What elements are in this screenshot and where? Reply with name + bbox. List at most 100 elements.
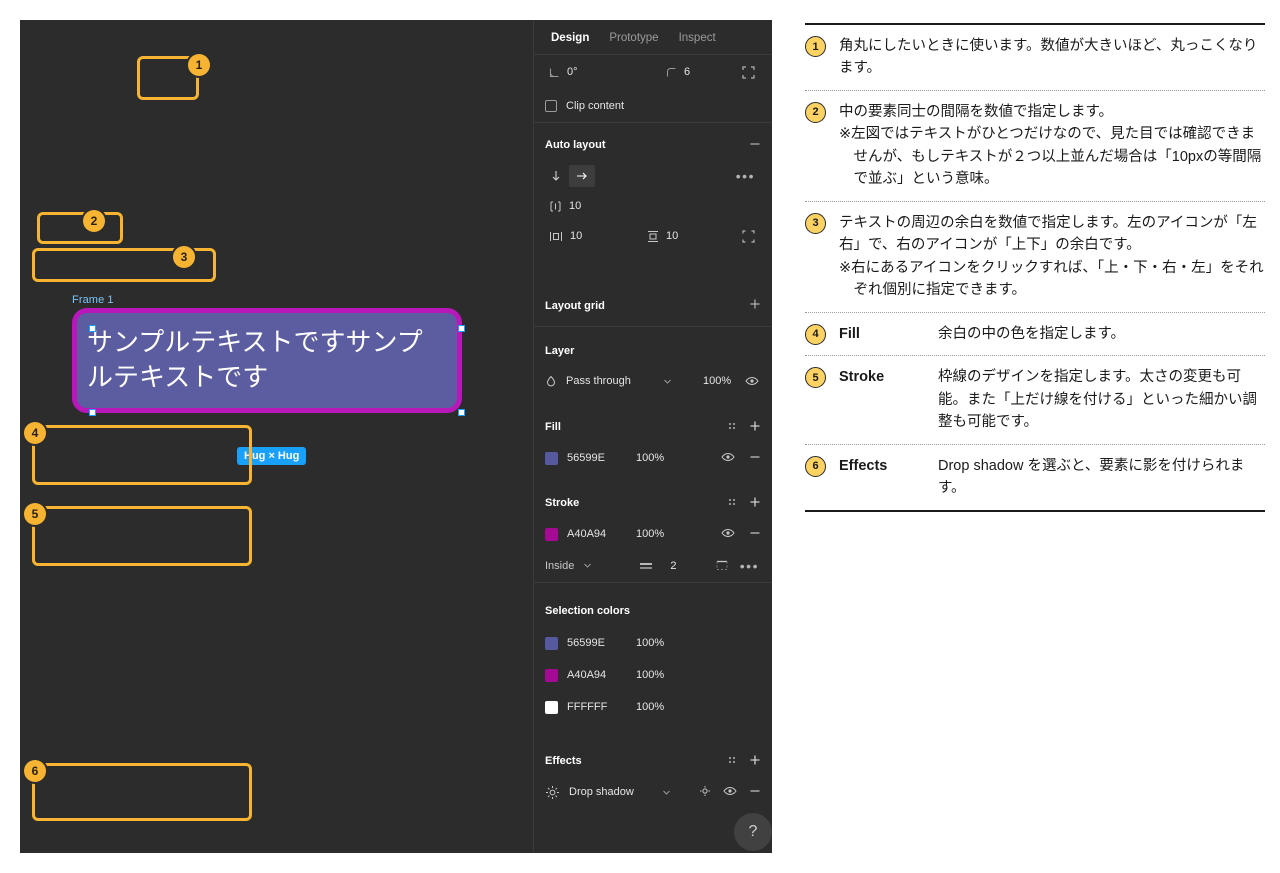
selection-color-hex: A40A94 — [567, 669, 607, 681]
legend-number: 6 — [805, 455, 826, 477]
panel-tabs: Design Prototype Inspect — [534, 20, 772, 55]
independent-corners-icon[interactable] — [742, 65, 755, 79]
plus-icon[interactable] — [749, 754, 761, 769]
effects-header: Effects — [534, 745, 772, 777]
selection-colors-header: Selection colors — [534, 595, 772, 627]
eye-icon[interactable] — [721, 526, 735, 543]
stroke-item-row[interactable]: A40A94 100% — [534, 519, 772, 549]
horizontal-padding-icon — [549, 231, 563, 242]
stroke-title: Stroke — [545, 497, 580, 509]
auto-layout-title: Auto layout — [545, 139, 606, 151]
arrow-down-icon[interactable] — [543, 165, 569, 187]
legend-line: 枠線のデザインを指定します。太さの変更も可能。また「上だけ線を付ける」といった細… — [938, 369, 1257, 431]
layer-opacity-value[interactable]: 100% — [703, 375, 731, 387]
selection-color-swatch[interactable] — [545, 700, 558, 714]
stroke-per-side-icon[interactable] — [715, 559, 729, 572]
minus-icon[interactable] — [749, 138, 761, 153]
gap-field[interactable]: 10 — [543, 194, 621, 218]
selection-color-swatch[interactable] — [545, 636, 558, 650]
legend-description: 中の要素同士の間隔を数値で指定します。 ※左図ではテキストがひとつだけなので、見… — [839, 101, 1265, 191]
eye-icon[interactable] — [721, 450, 735, 467]
rotation-value: 0° — [567, 66, 578, 78]
ellipsis-icon[interactable]: ••• — [736, 168, 755, 184]
minus-icon[interactable] — [749, 785, 761, 800]
effect-icon — [545, 785, 560, 800]
rotation-field[interactable]: 0° — [543, 60, 643, 84]
blend-mode-icon — [545, 375, 557, 387]
fill-opacity-value[interactable]: 100% — [636, 452, 682, 464]
minus-icon[interactable] — [749, 527, 761, 542]
effects-item-row[interactable]: Drop shadow — [534, 777, 772, 807]
legend-line: 中の要素同士の間隔を数値で指定します。 — [839, 103, 1114, 120]
rotation-icon — [549, 67, 560, 78]
selection-color-row[interactable]: 56599E 100% — [534, 627, 772, 659]
styles-icon[interactable] — [726, 496, 738, 511]
tab-prototype[interactable]: Prototype — [609, 32, 658, 44]
auto-layout-padding-row: 10 10 — [534, 221, 772, 251]
legend-line: Drop shadow を選ぶと、要素に影を付けられます。 — [938, 457, 1245, 497]
styles-icon[interactable] — [726, 420, 738, 435]
stroke-align-row: Inside 2 ••• — [534, 549, 772, 583]
selection-handle-bl[interactable] — [89, 409, 96, 416]
plus-icon[interactable] — [749, 496, 761, 511]
clip-content-checkbox[interactable] — [545, 99, 557, 112]
fill-title: Fill — [545, 421, 561, 433]
layout-grid-header: Layout grid — [534, 285, 772, 327]
legend-item-6: 6 Effects Drop shadow を選ぶと、要素に影を付けられます。 — [805, 445, 1265, 510]
stroke-hex-value[interactable]: A40A94 — [567, 528, 627, 540]
callout-badge-4: 4 — [24, 422, 46, 444]
padding-horizontal-field[interactable]: 10 — [543, 224, 621, 248]
corner-radius-field[interactable]: 6 — [660, 60, 722, 84]
vertical-padding-icon — [647, 230, 659, 243]
frame-text-content: サンプルテキストですサンプルテキストです — [87, 328, 423, 393]
stroke-weight-value[interactable]: 2 — [670, 560, 676, 572]
fill-color-swatch[interactable] — [545, 451, 558, 465]
selection-color-row[interactable]: A40A94 100% — [534, 659, 772, 691]
selection-handle-tl[interactable] — [89, 325, 96, 332]
fill-item-row[interactable]: 56599E 100% — [534, 443, 772, 473]
arrow-right-icon[interactable] — [569, 165, 595, 187]
chevron-down-icon[interactable] — [662, 788, 671, 797]
padding-vertical-field[interactable]: 10 — [641, 224, 719, 248]
selection-color-row[interactable]: FFFFFF 100% — [534, 691, 772, 723]
tab-design[interactable]: Design — [551, 32, 589, 44]
legend-line: ※左図ではテキストがひとつだけなので、見た目では確認できませんが、もしテキストが… — [839, 126, 1262, 188]
clip-content-row[interactable]: Clip content — [534, 89, 772, 123]
stroke-color-swatch[interactable] — [545, 527, 558, 541]
stroke-align-value[interactable]: Inside — [545, 560, 574, 572]
plus-icon[interactable] — [749, 298, 761, 313]
minus-icon[interactable] — [749, 451, 761, 466]
legend-number: 3 — [805, 212, 826, 234]
legend-line: 余白の中の色を指定します。 — [938, 325, 1126, 342]
selection-handle-br[interactable] — [458, 409, 465, 416]
layer-title: Layer — [545, 345, 575, 357]
selection-color-swatch[interactable] — [545, 668, 558, 682]
auto-layout-header: Auto layout — [534, 129, 772, 161]
selection-handle-tr[interactable] — [458, 325, 465, 332]
legend-description: 枠線のデザインを指定します。太さの変更も可能。また「上だけ線を付ける」といった細… — [938, 366, 1265, 433]
ellipsis-icon[interactable]: ••• — [740, 558, 759, 574]
individual-padding-icon[interactable] — [742, 229, 755, 243]
tab-inspect[interactable]: Inspect — [679, 32, 716, 44]
selection-color-hex: FFFFFF — [567, 701, 608, 713]
styles-icon[interactable] — [726, 754, 738, 769]
effects-title: Effects — [545, 755, 582, 767]
selection-color-opacity: 100% — [636, 637, 665, 649]
selection-colors-title: Selection colors — [545, 605, 630, 617]
auto-layout-direction-row: ••• — [534, 161, 772, 191]
layer-blend-row[interactable]: Pass through 100% — [534, 367, 772, 395]
chevron-down-icon[interactable] — [583, 561, 592, 570]
legend-number: 2 — [805, 101, 826, 123]
chevron-down-icon[interactable] — [663, 377, 672, 386]
plus-icon[interactable] — [749, 420, 761, 435]
design-canvas[interactable]: Frame 1 サンプルテキストですサンプルテキストです Hug × Hug — [20, 20, 533, 853]
stroke-opacity-value[interactable]: 100% — [636, 528, 682, 540]
effect-settings-icon[interactable] — [699, 785, 711, 800]
fill-hex-value[interactable]: 56599E — [567, 452, 627, 464]
legend-term: Fill — [839, 325, 860, 342]
layout-grid-title: Layout grid — [545, 299, 605, 312]
selected-frame[interactable]: サンプルテキストですサンプルテキストです — [72, 308, 462, 413]
eye-icon[interactable] — [723, 784, 737, 801]
size-badge: Hug × Hug — [237, 447, 307, 465]
eye-icon[interactable] — [745, 374, 759, 388]
